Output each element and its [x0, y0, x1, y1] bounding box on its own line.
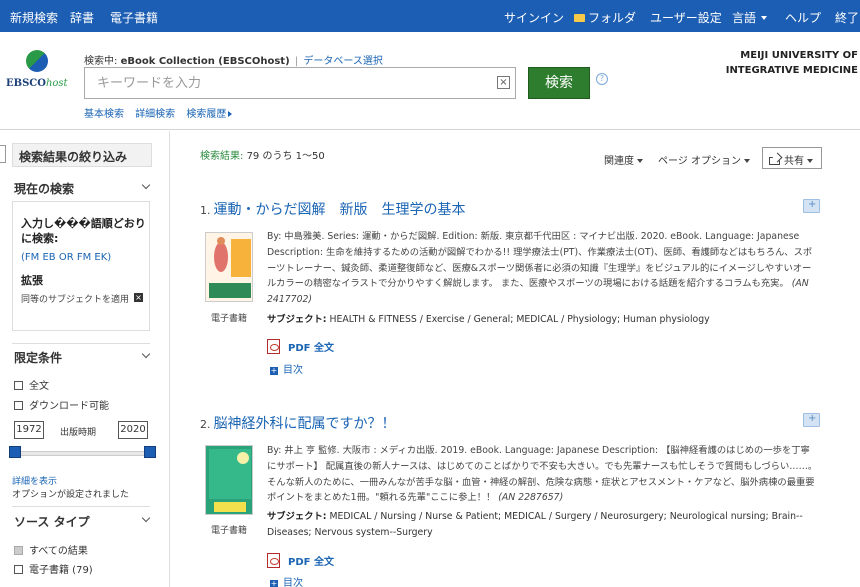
- nav-ebooks[interactable]: 電子書籍: [110, 9, 158, 26]
- search-button[interactable]: 検索: [528, 67, 590, 99]
- nav-signin[interactable]: サインイン: [504, 9, 564, 26]
- nav-help[interactable]: ヘルプ: [785, 9, 821, 26]
- pdf-icon: [267, 553, 280, 568]
- item-type-label: 電子書籍: [210, 314, 247, 324]
- search-mode-links: 基本検索 詳細検索 検索履歴: [84, 105, 240, 120]
- result-description: By: 井上 亨 監修. 大阪市 : メディカ出版. 2019. eBook. …: [267, 445, 818, 504]
- show-more-limiters-link[interactable]: 詳細を表示: [12, 474, 57, 487]
- chevron-down-icon[interactable]: [141, 513, 151, 523]
- chevron-down-icon[interactable]: [141, 349, 151, 359]
- pdf-full-text-link[interactable]: PDF 全文: [267, 339, 334, 354]
- downloadable-checkbox[interactable]: [14, 401, 23, 410]
- book-cover-image: [206, 446, 252, 514]
- expanders-heading: 拡張: [21, 274, 43, 287]
- nav-preferences[interactable]: ユーザー設定: [650, 9, 722, 26]
- result-title[interactable]: 1. 運動・からだ図解 新版 生理学の基本: [200, 199, 466, 219]
- share-icon: [769, 157, 780, 165]
- current-query[interactable]: (FM EB OR FM EK): [21, 252, 111, 263]
- equivalent-subjects-label: 同等のサブジェクトを適用: [21, 295, 130, 305]
- ebsco-logo-icon: [26, 50, 48, 72]
- choose-database-link[interactable]: データベース選択: [303, 56, 383, 67]
- searching-label: 検索中:: [84, 56, 118, 67]
- year-to-input[interactable]: 2020: [118, 421, 148, 439]
- source-types-heading[interactable]: ソース タイプ: [14, 513, 90, 530]
- logo-main-text: EBSCO: [6, 78, 46, 89]
- search-box: ×: [84, 67, 516, 99]
- full-text-limiter[interactable]: 全文: [14, 377, 49, 392]
- limiters-heading[interactable]: 限定条件: [14, 349, 62, 366]
- table-of-contents-link[interactable]: + 目次: [270, 361, 303, 376]
- chevron-down-icon: [807, 159, 813, 163]
- expand-plus-icon: +: [270, 579, 278, 587]
- pdf-icon: [267, 339, 280, 354]
- institution-name: MEIJI UNIVERSITY OF INTEGRATIVE MEDICINE: [725, 50, 858, 76]
- search-mode-label: 入力し���語順どおりに検索:: [21, 217, 146, 245]
- ebsco-logo[interactable]: EBSCOhost: [6, 50, 70, 100]
- book-cover[interactable]: [205, 445, 253, 515]
- book-cover-image: [206, 233, 252, 301]
- top-nav: 新規検索 辞書 電子書籍 サインイン フォルダ ユーザー設定 言語 ヘルプ 終了: [0, 0, 860, 32]
- page-options-dropdown[interactable]: ページ オプション: [658, 152, 750, 167]
- sort-relevance-dropdown[interactable]: 関連度: [604, 152, 643, 167]
- result-title[interactable]: 2. 脳神経外科に配属ですか？！: [200, 413, 396, 433]
- folder-icon: [574, 14, 585, 22]
- nav-language[interactable]: 言語: [732, 9, 768, 26]
- pdf-full-text-link[interactable]: PDF 全文: [267, 553, 334, 568]
- year-from-input[interactable]: 1972: [14, 421, 44, 439]
- options-set-note: オプションが設定されました: [12, 490, 130, 500]
- expand-plus-icon: +: [270, 366, 278, 375]
- book-cover[interactable]: [205, 232, 253, 302]
- current-search-heading[interactable]: 現在の検索: [14, 180, 74, 197]
- chevron-down-icon: [761, 16, 768, 20]
- nav-dictionary[interactable]: 辞書: [70, 9, 94, 26]
- search-history-link[interactable]: 検索履歴: [186, 109, 233, 120]
- downloadable-limiter[interactable]: ダウンロード可能: [14, 397, 109, 412]
- add-to-folder-icon[interactable]: [803, 413, 820, 427]
- logo-sub-text: host: [45, 78, 68, 89]
- publication-date-label: 出版時期: [60, 428, 97, 438]
- chevron-down-icon: [637, 159, 643, 163]
- source-all-results[interactable]: すべての結果: [14, 542, 88, 557]
- searching-line: 検索中: eBook Collection (EBSCOhost) | データベ…: [84, 56, 383, 67]
- item-type-label: 電子書籍: [210, 526, 247, 536]
- date-slider-end-handle[interactable]: [144, 446, 156, 458]
- help-icon[interactable]: ?: [596, 73, 608, 85]
- advanced-search-link[interactable]: 詳細検索: [135, 109, 175, 120]
- chevron-down-icon[interactable]: [141, 180, 151, 190]
- ebooks-checkbox[interactable]: [14, 565, 23, 574]
- clear-search-icon[interactable]: ×: [497, 76, 510, 89]
- source-ebooks[interactable]: 電子書籍 (79): [14, 561, 93, 576]
- date-slider-start-handle[interactable]: [9, 446, 21, 458]
- results-count: 検索結果: 79 のうち 1〜50: [200, 151, 325, 162]
- search-input[interactable]: [85, 68, 490, 98]
- share-button[interactable]: 共有: [762, 147, 822, 169]
- all-results-checkbox[interactable]: [14, 546, 23, 555]
- date-slider-track[interactable]: [12, 451, 154, 456]
- result-description: By: 中島雅美. Series: 運動・からだ図解. Edition: 新版.…: [267, 231, 813, 306]
- current-search-box: 入力し���語順どおりに検索: (FM EB OR FM EK) 拡張 同等のサ…: [12, 201, 150, 331]
- add-to-folder-icon[interactable]: [803, 199, 820, 213]
- remove-expander-icon[interactable]: ×: [134, 293, 143, 302]
- refine-sidebar: 検索結果の絞り込み 現在の検索 入力し���語順どおりに検索: (FM EB O…: [0, 131, 170, 587]
- result-subjects: サブジェクト: MEDICAL / Nursing / Nurse & Pati…: [267, 511, 803, 538]
- table-of-contents-link[interactable]: + 目次: [270, 574, 303, 587]
- basic-search-link[interactable]: 基本検索: [84, 109, 124, 120]
- nav-exit[interactable]: 終了: [835, 9, 859, 26]
- triangle-right-icon: [228, 111, 233, 117]
- chevron-down-icon: [743, 159, 750, 163]
- refine-results-title: 検索結果の絞り込み: [12, 143, 152, 167]
- current-database: eBook Collection (EBSCOhost): [120, 56, 290, 67]
- nav-new-search[interactable]: 新規検索: [10, 9, 58, 26]
- full-text-checkbox[interactable]: [14, 381, 23, 390]
- nav-folder[interactable]: フォルダ: [574, 9, 636, 26]
- result-subjects: サブジェクト: HEALTH & FITNESS / Exercise / Ge…: [267, 314, 710, 325]
- collapse-sidebar-handle[interactable]: [0, 145, 6, 163]
